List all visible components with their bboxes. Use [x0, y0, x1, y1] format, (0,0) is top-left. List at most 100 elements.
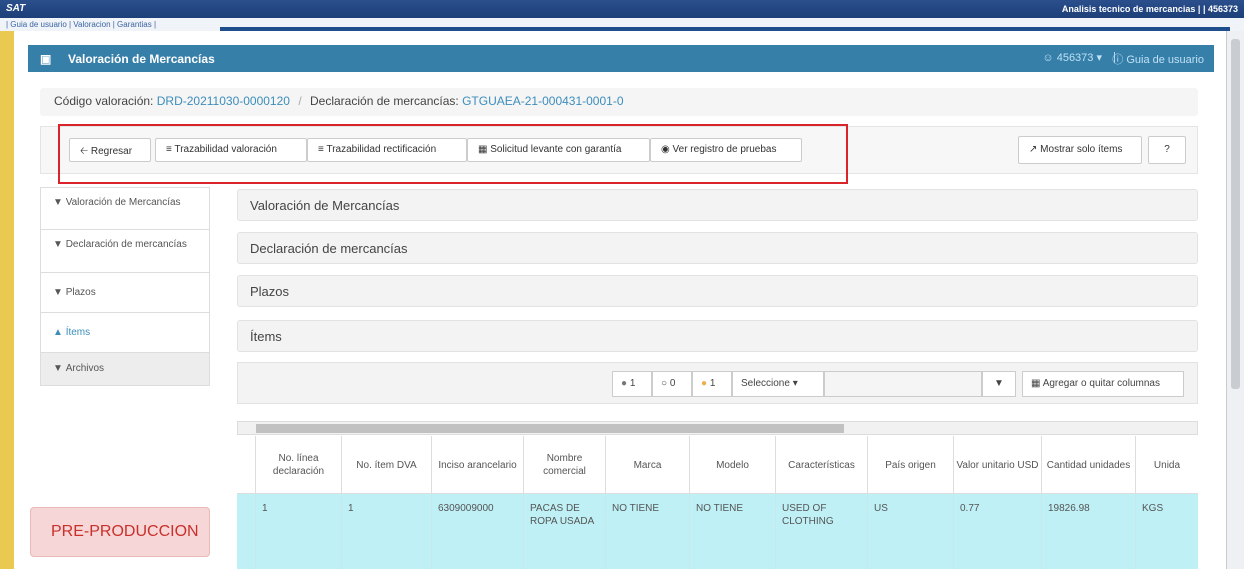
sidebar-item-label: Plazos [65, 287, 96, 298]
column-header[interactable]: Cantidad unidades [1041, 436, 1135, 494]
filter-filled-count: 1 [629, 378, 636, 389]
caret-down-icon: ▼ [53, 239, 63, 250]
column-header[interactable]: Características [775, 436, 867, 494]
funnel-icon: ▼ [994, 378, 1004, 389]
truck-icon: ▣ [40, 52, 52, 66]
table-hscrollbar[interactable] [237, 421, 1198, 435]
caret-up-icon: ▲ [53, 327, 63, 338]
app-topbar: SAT Analisis tecnico de mercancias | | 4… [0, 0, 1244, 18]
highlight-box [58, 124, 848, 184]
sidebar-item-label: Declaración de mercancías [65, 239, 187, 250]
panel-title: Valoración de Mercancías [68, 52, 215, 66]
column-header[interactable]: No. línea declaración [255, 436, 341, 494]
page-scrollbar[interactable] [1226, 31, 1244, 569]
table-cell: 6309009000 [431, 494, 523, 569]
pre-production-badge: PRE-PRODUCCION [30, 507, 210, 557]
table-cell: 1 [341, 494, 431, 569]
caret-down-icon: ▼ [53, 197, 63, 208]
user-id: 456373 ▾ [1056, 52, 1102, 64]
show-items-label: Mostrar solo ítems [1040, 144, 1123, 155]
filter-orange[interactable]: ● 1 [692, 371, 732, 397]
column-header[interactable]: Nombre comercial [523, 436, 605, 494]
caret-down-icon: ▼ [53, 287, 63, 298]
table-cell: USED OF CLOTHING [775, 494, 867, 569]
link-bar-accent [220, 27, 1230, 31]
grid-icon: ▦ [1031, 378, 1041, 389]
section-title: Valoración de Mercancías [250, 198, 400, 213]
sidebar-item-label: Valoración de Mercancías [65, 197, 181, 208]
link-bar: | Guia de usuario | Valoracion | Garanti… [0, 18, 1244, 31]
filter-empty[interactable]: ○ 0 [652, 371, 692, 397]
user-guide-link[interactable]: ⓘ Guia de usuario [1112, 51, 1204, 67]
circle-empty-icon: ○ [661, 378, 668, 389]
circle-orange-icon: ● [701, 378, 708, 389]
declaration-label: Declaración de mercancías: [310, 94, 459, 108]
table-cell: PACAS DE ROPA USADA [523, 494, 605, 569]
chevron-down-icon: ▾ [792, 378, 798, 389]
sidebar-item-label: Ítems [65, 327, 91, 338]
valuation-code-label: Código valoración: [54, 94, 154, 108]
help-button[interactable]: ? [1148, 136, 1186, 164]
column-header[interactable]: Modelo [689, 436, 775, 494]
section-items[interactable]: Ítems [237, 320, 1198, 352]
section-declaration[interactable]: Declaración de mercancías [237, 232, 1198, 264]
column-header[interactable]: Unida [1135, 436, 1198, 494]
nav-links[interactable]: | Guia de usuario | Valoracion | Garanti… [6, 20, 156, 29]
items-table: No. línea declaración No. ítem DVA Incis… [237, 436, 1198, 569]
section-title: Declaración de mercancías [250, 241, 408, 256]
left-margin [0, 31, 14, 569]
table-cell: NO TIENE [605, 494, 689, 569]
table-cell: KGS [1135, 494, 1198, 569]
user-menu[interactable]: ☺ 456373 ▾ [1042, 51, 1102, 64]
section-valuation[interactable]: Valoración de Mercancías [237, 189, 1198, 221]
search-input[interactable] [824, 371, 982, 397]
caret-down-icon: ▼ [53, 363, 63, 374]
sidebar-item-items[interactable]: ▲ Ítems [40, 313, 210, 353]
sidebar-item-plazos[interactable]: ▼ Plazos [40, 273, 210, 313]
sidebar-item-label: Archivos [65, 363, 105, 374]
page-scrollbar-thumb[interactable] [1231, 39, 1240, 389]
select-dropdown[interactable]: Seleccione ▾ [732, 371, 824, 397]
show-items-button[interactable]: ↗ Mostrar solo ítems [1018, 136, 1142, 164]
table-cell: US [867, 494, 953, 569]
table-hscrollbar-thumb[interactable] [256, 424, 844, 433]
column-header[interactable]: No. ítem DVA [341, 436, 431, 494]
table-cell: NO TIENE [689, 494, 775, 569]
breadcrumb-separator: / [298, 94, 302, 108]
section-title: Plazos [250, 284, 290, 299]
section-sidebar: ▼ Valoración de Mercancías ▼ Declaración… [40, 187, 210, 386]
user-guide-label: Guia de usuario [1126, 54, 1204, 66]
select-label: Seleccione [741, 378, 790, 389]
circle-filled-icon: ● [621, 378, 628, 389]
question-icon: ? [1164, 144, 1170, 155]
filter-orange-count: 1 [709, 378, 716, 389]
expand-icon: ↗ [1029, 144, 1038, 155]
columns-button[interactable]: ▦ Agregar o quitar columnas [1022, 371, 1184, 397]
sidebar-item-archivos[interactable]: ▼ Archivos [40, 353, 210, 386]
filter-filled[interactable]: ● 1 [612, 371, 652, 397]
table-header: No. línea declaración No. ítem DVA Incis… [237, 436, 1198, 494]
table-cell: 19826.98 [1041, 494, 1135, 569]
user-icon: ☺ [1042, 52, 1054, 64]
sat-logo: SAT [6, 3, 26, 14]
sidebar-item-declaration[interactable]: ▼ Declaración de mercancías [40, 230, 210, 273]
table-cell: 1 [255, 494, 341, 569]
valuation-code-link[interactable]: DRD-20211030-0000120 [157, 94, 290, 108]
column-header[interactable]: Valor unitario USD [953, 436, 1041, 494]
sidebar-item-valuation[interactable]: ▼ Valoración de Mercancías [40, 187, 210, 230]
filter-empty-count: 0 [669, 378, 676, 389]
columns-label: Agregar o quitar columnas [1042, 378, 1160, 389]
items-filter-bar: ● 1 ○ 0 ● 1 Seleccione ▾ ▼ ▦ Agregar o q… [237, 362, 1198, 404]
column-header[interactable]: Marca [605, 436, 689, 494]
section-title: Ítems [250, 329, 282, 344]
column-header[interactable]: Inciso arancelario [431, 436, 523, 494]
panel-header: ▣ Valoración de Mercancías ☺ 456373 ▾ | … [28, 45, 1214, 72]
filter-button[interactable]: ▼ [982, 371, 1016, 397]
section-plazos[interactable]: Plazos [237, 275, 1198, 307]
help-circle-icon: ⓘ [1112, 54, 1124, 66]
table-row[interactable]: 1 1 6309009000 PACAS DE ROPA USADA NO TI… [237, 494, 1198, 569]
column-header[interactable]: País origen [867, 436, 953, 494]
table-cell: 0.77 [953, 494, 1041, 569]
declaration-link[interactable]: GTGUAEA-21-000431-0001-0 [462, 94, 623, 108]
app-title: Analisis tecnico de mercancias | | 45637… [1061, 4, 1238, 14]
